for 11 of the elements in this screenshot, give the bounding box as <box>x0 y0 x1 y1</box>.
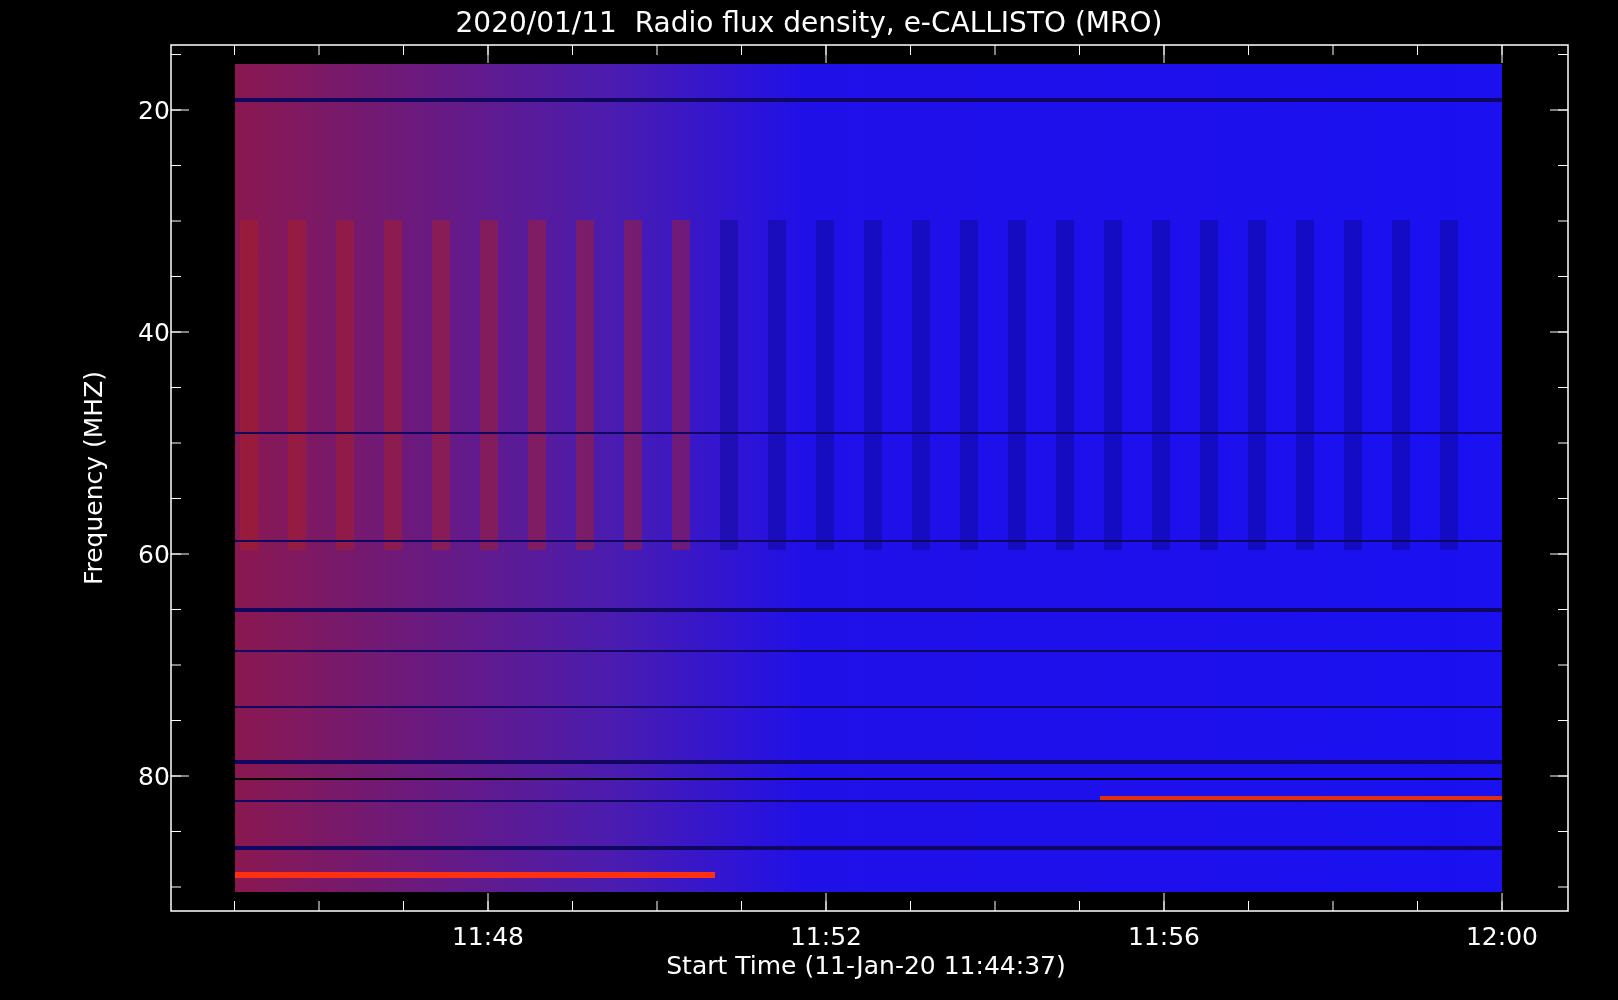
x-tick-label: 11:48 <box>452 922 524 951</box>
x-tick-label: 12:00 <box>1466 922 1538 951</box>
x-tick-label: 11:52 <box>790 922 862 951</box>
y-tick-label: 40 <box>138 318 170 347</box>
chart-title: 2020/01/11 Radio flux density, e-CALLISTO (MRO) <box>455 6 1163 39</box>
y-tick-label: 80 <box>138 762 170 791</box>
y-axis-label: Frequency (MHZ) <box>79 370 108 586</box>
x-tick-label: 11:56 <box>1128 922 1200 951</box>
x-axis-label: Start Time (11-Jan-20 11:44:37) <box>666 951 1066 980</box>
y-tick-label: 60 <box>138 540 170 569</box>
y-tick-label: 20 <box>138 96 170 125</box>
